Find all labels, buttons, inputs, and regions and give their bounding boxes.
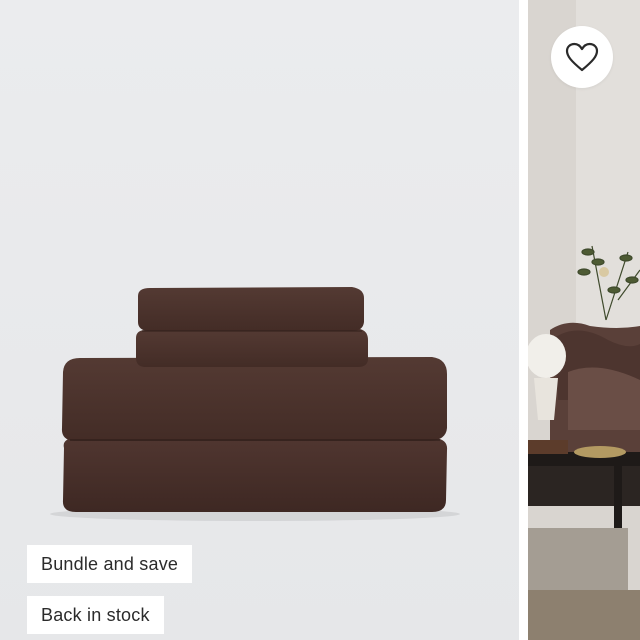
stock-badge: Back in stock [27, 596, 164, 634]
wishlist-button[interactable] [551, 26, 613, 88]
bundle-badge: Bundle and save [27, 545, 193, 583]
heart-icon [565, 42, 599, 72]
bedroom-scene-image [528, 0, 640, 640]
lifestyle-image[interactable] [528, 0, 640, 640]
product-image[interactable]: Bundle and save Back in stock [0, 0, 519, 640]
divider [519, 0, 528, 640]
folded-sheet-set-image [50, 287, 460, 521]
